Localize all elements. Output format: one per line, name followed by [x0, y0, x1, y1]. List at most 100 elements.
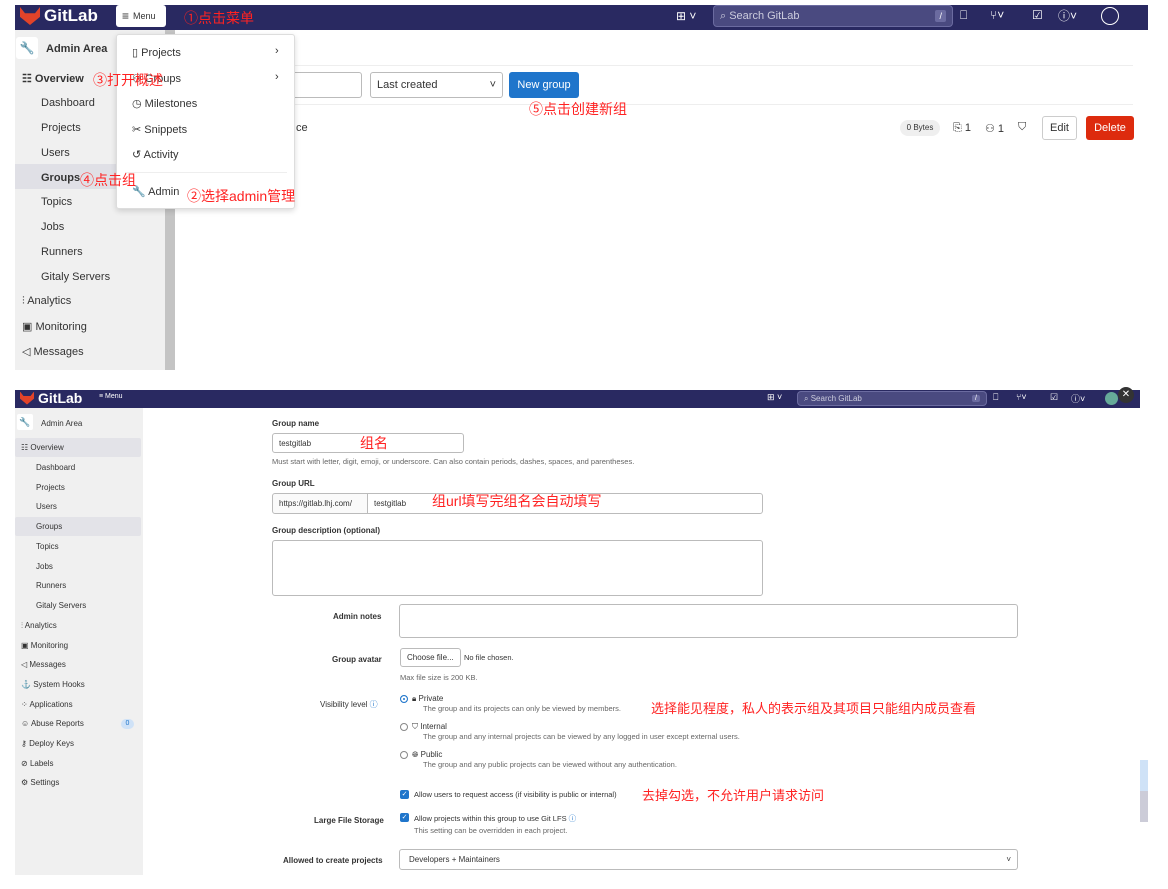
sidebar-item-topics[interactable]: Topics [36, 542, 59, 551]
merge-requests-icon[interactable]: ⑂˅ [990, 8, 1004, 22]
sidebar-item-monitoring[interactable]: ▣ Monitoring [22, 320, 87, 333]
request-access-label[interactable]: Allow users to request access (if visibi… [414, 790, 617, 799]
menu-item-admin[interactable]: 🔧 Admin [132, 185, 179, 198]
search-input[interactable]: ⌕ Search GitLab / [713, 5, 953, 27]
overview-icon: ☷ [21, 443, 31, 452]
new-item-icon[interactable]: ⊞ ˅ [676, 9, 696, 23]
group-name-hint: Must start with letter, digit, emoji, or… [272, 457, 635, 466]
sidebar-item-users[interactable]: Users [41, 147, 70, 159]
gear-icon: ⚙ [21, 778, 31, 787]
search-placeholder: Search GitLab [729, 10, 800, 22]
avatar[interactable] [1101, 7, 1119, 25]
lfs-label: Large File Storage [314, 816, 384, 825]
visibility-internal-label[interactable]: ⛉ Internal [412, 722, 447, 732]
menu-button[interactable]: ≡ Menu [116, 5, 166, 27]
chevron-down-icon: ˅ [489, 79, 496, 91]
menu-button[interactable]: ≡ Menu [99, 393, 123, 400]
close-icon[interactable]: ✕ [1118, 387, 1134, 403]
avatar[interactable] [1105, 392, 1118, 405]
group-name-fragment[interactable]: ce [296, 122, 308, 134]
help-icon: ⓘ [369, 700, 378, 709]
menu-item-snippets[interactable]: ✂ Snippets [132, 123, 187, 136]
gitlab-logo[interactable]: GitLab [20, 6, 98, 26]
annotation-4: ④点击组 [80, 172, 136, 188]
sidebar-item-labels[interactable]: ⊘ Labels [21, 759, 54, 768]
issues-icon[interactable]: ⎕ [960, 8, 967, 23]
new-item-icon[interactable]: ⊞ ˅ [767, 392, 782, 403]
description-textarea[interactable] [272, 540, 763, 596]
sidebar-item-gitaly[interactable]: Gitaly Servers [41, 271, 110, 283]
groups-highlight [15, 517, 141, 536]
help-icon[interactable]: ⓘ˅ [1071, 392, 1085, 405]
sidebar-item-settings[interactable]: ⚙ Settings [21, 778, 59, 787]
menu-item-activity[interactable]: ↺ Activity [132, 148, 179, 161]
scissors-icon: ✂ [132, 124, 145, 136]
sidebar-item-runners[interactable]: Runners [36, 581, 66, 590]
gitlab-logo[interactable]: GitLab [20, 390, 82, 406]
sidebar-item-abuse-reports[interactable]: ☺ Abuse Reports [21, 719, 84, 728]
sidebar-item-deploy-keys[interactable]: ⚷ Deploy Keys [21, 739, 74, 748]
lfs-checkbox[interactable]: ✓ [400, 813, 409, 822]
request-access-checkbox[interactable]: ✓ [400, 790, 409, 799]
annotation-5: ⑤点击创建新组 [529, 101, 627, 117]
visibility-private-radio[interactable] [400, 695, 408, 703]
admin-notes-textarea[interactable] [399, 604, 1018, 638]
visibility-internal-radio[interactable] [400, 723, 408, 731]
sidebar-item-dashboard[interactable]: Dashboard [41, 97, 95, 109]
sidebar-item-runners[interactable]: Runners [41, 246, 83, 258]
todos-icon[interactable]: ☑ [1050, 392, 1058, 403]
sidebar-item-users[interactable]: Users [36, 502, 57, 511]
create-projects-select[interactable]: Developers + Maintainers ˅ [399, 849, 1018, 870]
sidebar-item-projects[interactable]: Projects [41, 122, 81, 134]
annotation-group-name: 组名 [360, 435, 388, 451]
sidebar-item-analytics[interactable]: ⫶ Analytics [21, 621, 57, 631]
menu-item-milestones[interactable]: ◷ Milestones [132, 97, 197, 110]
todos-icon[interactable]: ☑ [1032, 8, 1043, 22]
sidebar-item-applications[interactable]: ⁘ Applications [21, 700, 73, 709]
sidebar-item-dashboard[interactable]: Dashboard [36, 463, 75, 472]
projects-count: ⎘ 1 [953, 122, 971, 134]
annotation-3: ③打开概述 [93, 72, 163, 88]
edit-button[interactable]: Edit [1042, 116, 1077, 140]
sidebar-item-system-hooks[interactable]: ⚓ System Hooks [21, 680, 85, 689]
sidebar-item-jobs[interactable]: Jobs [36, 562, 53, 571]
monitor-icon: ▣ [21, 641, 31, 650]
sidebar-item-monitoring[interactable]: ▣ Monitoring [21, 641, 68, 650]
anchor-icon: ⚓ [21, 680, 34, 689]
sidebar-item-jobs[interactable]: Jobs [41, 221, 64, 233]
annotation-request-access: 去掉勾选，不允许用户请求访问 [642, 788, 825, 803]
sidebar-title: Admin Area [46, 43, 108, 55]
globe-icon: 🌐︎ [412, 750, 421, 759]
menu-item-projects[interactable]: ▯ Projects [132, 46, 181, 59]
top-divider-2 [175, 104, 1133, 105]
annotation-2: ②选择admin管理 [187, 188, 296, 204]
help-icon[interactable]: ⓘ˅ [1058, 7, 1077, 24]
sidebar-item-groups[interactable]: Groups [36, 522, 62, 531]
history-icon: ↺ [132, 149, 144, 161]
label: Overview [34, 73, 84, 85]
sort-select[interactable]: Last created ˅ [370, 72, 503, 98]
sidebar-item-groups[interactable]: Groups [41, 172, 80, 184]
key-icon: ⚷ [21, 739, 30, 748]
lfs-text[interactable]: Allow projects within this group to use … [414, 813, 576, 824]
new-group-button[interactable]: New group [509, 72, 579, 98]
visibility-public-label[interactable]: 🌐︎ Public [412, 750, 442, 760]
sidebar-item-messages[interactable]: ◁ Messages [22, 345, 84, 358]
issues-icon[interactable]: ⎕ [993, 392, 998, 403]
search-input[interactable]: ⌕ Search GitLab / [797, 391, 987, 406]
merge-requests-icon[interactable]: ⑂˅ [1016, 392, 1027, 402]
scroll-indicator [1140, 760, 1148, 822]
choose-file-button[interactable]: Choose file... [400, 648, 461, 667]
sidebar-item-messages[interactable]: ◁ Messages [21, 660, 66, 669]
sidebar-item-topics[interactable]: Topics [41, 196, 72, 208]
sidebar-item-projects[interactable]: Projects [36, 483, 65, 492]
sidebar-item-overview[interactable]: ☷ Overview [21, 443, 64, 452]
annotation-visibility: 选择能见程度，私人的表示组及其项目只能组内成员查看 [651, 701, 977, 716]
overview-icon: ☷ [22, 73, 35, 85]
sidebar-item-gitaly[interactable]: Gitaly Servers [36, 601, 86, 610]
delete-button[interactable]: Delete [1086, 116, 1134, 140]
visibility-public-radio[interactable] [400, 751, 408, 759]
sidebar-item-overview[interactable]: ☷ Overview [22, 72, 84, 85]
visibility-private-label[interactable]: 🔒︎ Private [412, 694, 443, 704]
sidebar-item-analytics[interactable]: ⫶ Analytics [22, 295, 71, 308]
